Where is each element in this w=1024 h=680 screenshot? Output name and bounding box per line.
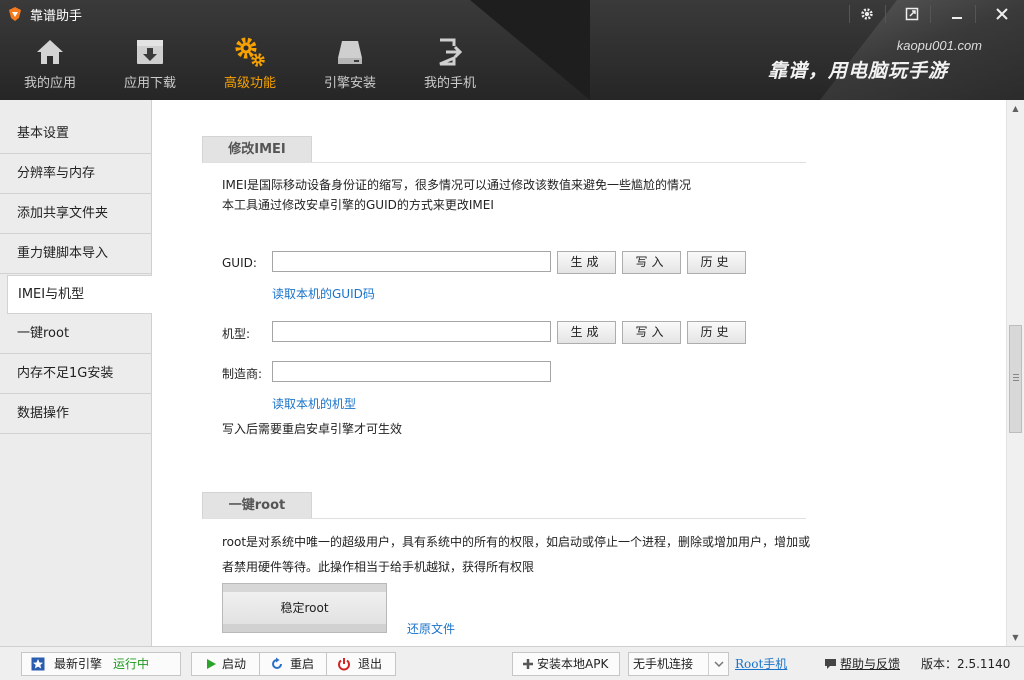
disk-drive-icon: [338, 41, 362, 64]
read-model-link[interactable]: 读取本机的机型: [272, 395, 356, 412]
home-icon: [37, 40, 63, 64]
guid-generate-button[interactable]: 生成: [557, 251, 616, 274]
stable-root-button[interactable]: 稳定root: [222, 583, 387, 633]
sidebar-item-imei-model[interactable]: IMEI与机型: [7, 275, 153, 314]
content-scrollbar[interactable]: ▲ ▼: [1006, 100, 1024, 646]
maker-input[interactable]: [272, 361, 551, 382]
engine-running-status: 运行中: [113, 657, 150, 671]
restore-icon: [905, 7, 919, 21]
restart-note: 写入后需要重启安卓引擎才可生效: [222, 422, 403, 436]
download-box-icon: [137, 40, 163, 64]
scroll-thumb[interactable]: [1009, 325, 1022, 433]
install-local-apk-button[interactable]: 安装本地APK: [512, 652, 620, 676]
read-guid-link[interactable]: 读取本机的GUID码: [272, 285, 375, 302]
restore-files-link[interactable]: 还原文件: [407, 620, 455, 637]
engine-label: 最新引擎: [54, 657, 103, 671]
version-number: 2.5.1140: [957, 657, 1011, 671]
engine-icon: [31, 657, 45, 671]
app-title: 靠谱助手: [30, 9, 83, 24]
sidebar-item-basic-settings[interactable]: 基本设置: [0, 115, 152, 154]
guid-input[interactable]: [272, 251, 551, 272]
nav-my-apps[interactable]: 我的应用: [0, 32, 100, 100]
nav-app-download[interactable]: 应用下载: [100, 32, 200, 100]
gear-icon: [861, 8, 873, 20]
model-write-button[interactable]: 写入: [622, 321, 681, 344]
root-description-2: 者禁用硬件等待。此操作相当于给手机越狱，获得所有权限: [222, 560, 535, 574]
title-bar[interactable]: 靠谱助手: [0, 0, 1024, 28]
sidebar-item-low-memory-install[interactable]: 内存不足1G安装: [0, 355, 152, 394]
settings-button[interactable]: [849, 0, 885, 28]
nav-engine-install[interactable]: 引擎安装: [300, 32, 400, 100]
app-header: 靠谱助手 我的应用 应用下载 高级功能 引擎安装 我的手机 kaopu001.c…: [0, 0, 1024, 100]
power-icon: [338, 658, 350, 671]
sidebar-item-shared-folder[interactable]: 添加共享文件夹: [0, 195, 152, 234]
plus-icon: [523, 659, 533, 669]
sidebar: 基本设置 分辨率与内存 添加共享文件夹 重力键脚本导入 IMEI与机型 一键ro…: [0, 100, 153, 646]
slogan: 靠谱，用电脑玩手游: [767, 60, 948, 82]
content-panel: 修改IMEI IMEI是国际移动设备身份证的缩写，很多情况可以通过修改该数值来避…: [152, 100, 1006, 646]
close-button[interactable]: [984, 0, 1020, 28]
phone-select[interactable]: 无手机连接: [628, 652, 729, 676]
model-input[interactable]: [272, 321, 551, 342]
chevron-down-icon: [714, 661, 724, 667]
engine-status-box[interactable]: 最新引擎 运行中: [21, 652, 181, 676]
model-generate-button[interactable]: 生成: [557, 321, 616, 344]
maker-label: 制造商:: [222, 367, 263, 381]
exit-phone-icon: [439, 38, 463, 66]
exit-button[interactable]: 退出: [326, 652, 396, 676]
start-button[interactable]: 启动: [191, 652, 260, 676]
restore-button[interactable]: [894, 0, 930, 28]
imei-section-title: 修改IMEI: [202, 136, 312, 162]
imei-description-2: 本工具通过修改安卓引擎的GUID的方式来更改IMEI: [222, 198, 494, 212]
refresh-icon: [272, 657, 282, 669]
scroll-up-arrow[interactable]: ▲: [1007, 100, 1024, 117]
model-label: 机型:: [222, 327, 251, 341]
sidebar-item-one-key-root[interactable]: 一键root: [0, 315, 152, 354]
imei-description: IMEI是国际移动设备身份证的缩写，很多情况可以通过修改该数值来避免一些尴尬的情…: [222, 178, 692, 192]
root-phone-link[interactable]: Root手机: [735, 652, 787, 676]
nav-my-phone[interactable]: 我的手机: [400, 32, 500, 100]
sidebar-item-resolution-memory[interactable]: 分辨率与内存: [0, 155, 152, 194]
guid-write-button[interactable]: 写入: [622, 251, 681, 274]
site-url: kaopu001.com: [896, 38, 982, 53]
root-description: root是对系统中唯一的超级用户，具有系统中的所有的权限，如启动或停止一个进程，…: [222, 535, 811, 549]
nav-advanced[interactable]: 高级功能: [200, 32, 300, 100]
guid-label: GUID:: [222, 256, 257, 270]
chat-bubble-icon: [825, 659, 836, 669]
scroll-down-arrow[interactable]: ▼: [1007, 629, 1024, 646]
minimize-button[interactable]: [939, 0, 975, 28]
sidebar-item-gravity-script[interactable]: 重力键脚本导入: [0, 235, 152, 274]
status-bar: 最新引擎 运行中 启动 重启 退出 安装本地APK 无手机连接 Root手机 帮…: [0, 646, 1024, 680]
minimize-icon: [952, 17, 962, 19]
app-logo-icon: [9, 7, 21, 21]
restart-button[interactable]: 重启: [259, 652, 327, 676]
root-section-title: 一键root: [202, 492, 312, 518]
guid-history-button[interactable]: 历史: [687, 251, 746, 274]
close-icon: [996, 8, 1008, 20]
version-label: 版本：: [921, 657, 958, 671]
play-icon: [207, 659, 216, 669]
sidebar-item-data-operations[interactable]: 数据操作: [0, 395, 152, 434]
gears-icon: [235, 37, 265, 67]
model-history-button[interactable]: 历史: [687, 321, 746, 344]
